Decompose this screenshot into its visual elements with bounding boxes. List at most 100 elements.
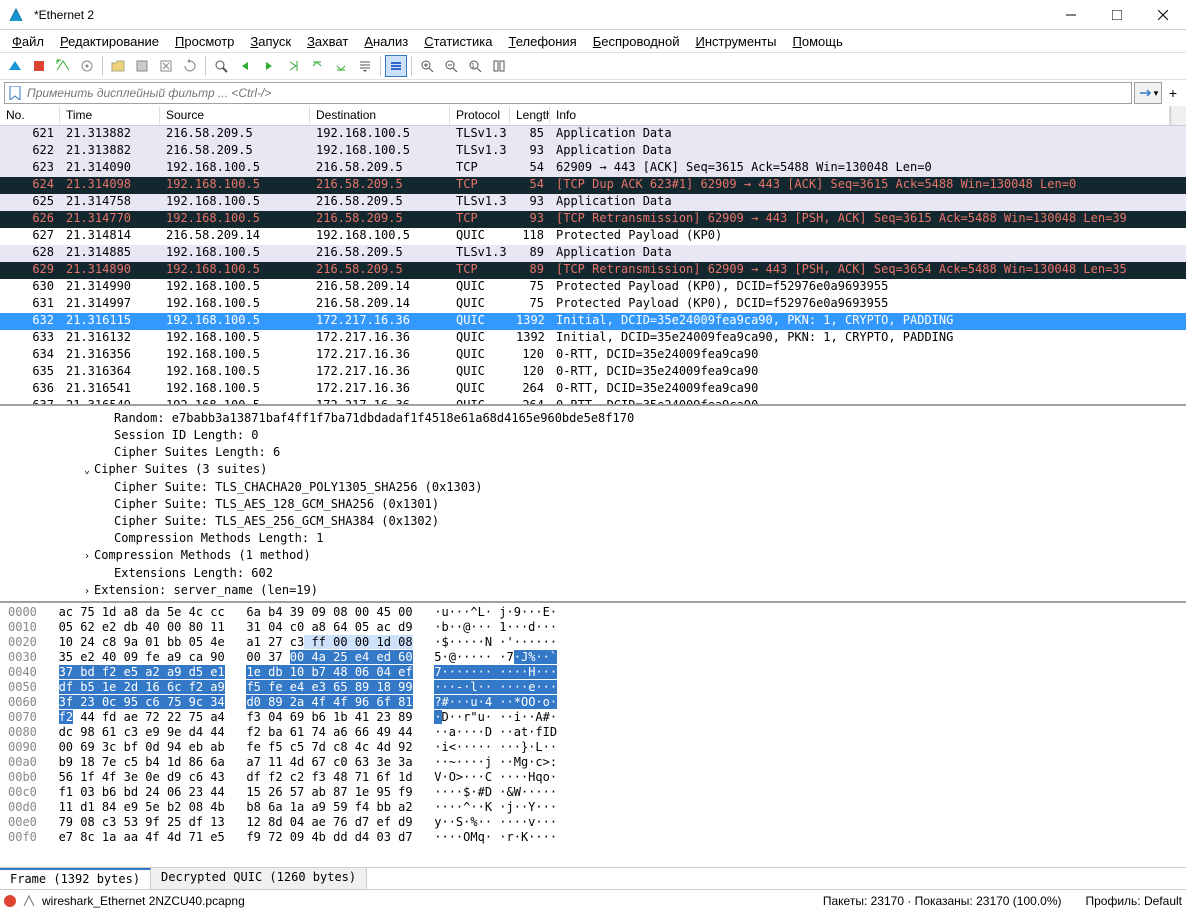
detail-row[interactable]: Cipher Suite: TLS_AES_256_GCM_SHA384 (0x… — [0, 513, 1186, 530]
save-file-icon[interactable] — [131, 55, 153, 77]
go-last-icon[interactable] — [330, 55, 352, 77]
packet-row[interactable]: 62121.313882216.58.209.5192.168.100.5TLS… — [0, 126, 1186, 143]
go-to-icon[interactable] — [282, 55, 304, 77]
col-info[interactable]: Info — [550, 106, 1170, 125]
filter-add-button[interactable]: + — [1164, 82, 1182, 104]
col-length[interactable]: Length — [510, 106, 550, 125]
find-icon[interactable] — [210, 55, 232, 77]
menu-инструменты[interactable]: Инструменты — [689, 32, 782, 51]
zoom-out-icon[interactable] — [440, 55, 462, 77]
detail-row[interactable]: Random: e7babb3a13871baf4ff1f7ba71dbdada… — [0, 410, 1186, 427]
filter-apply-button[interactable]: ▾ — [1134, 82, 1162, 104]
reload-icon[interactable] — [179, 55, 201, 77]
stop-capture-button[interactable] — [28, 55, 50, 77]
hex-row[interactable]: 00a0 b9 18 7e c5 b4 1d 86 6a a7 11 4d 67… — [0, 755, 1186, 770]
shark-icon[interactable] — [4, 55, 26, 77]
hex-row[interactable]: 0050 df b5 1e 2d 16 6c f2 a9 f5 fe e4 e3… — [0, 680, 1186, 695]
hex-row[interactable]: 0060 3f 23 0c 95 c6 75 9c 34 d0 89 2a 4f… — [0, 695, 1186, 710]
go-next-icon[interactable] — [258, 55, 280, 77]
filter-text-field[interactable] — [27, 86, 1127, 100]
detail-row[interactable]: Compression Methods Length: 1 — [0, 530, 1186, 547]
restart-capture-button[interactable] — [52, 55, 74, 77]
menu-помощь[interactable]: Помощь — [787, 32, 849, 51]
menu-статистика[interactable]: Статистика — [418, 32, 498, 51]
hex-row[interactable]: 0090 00 69 3c bf 0d 94 eb ab fe f5 c5 7d… — [0, 740, 1186, 755]
close-file-icon[interactable] — [155, 55, 177, 77]
packet-row[interactable]: 63021.314990192.168.100.5216.58.209.14QU… — [0, 279, 1186, 296]
go-first-icon[interactable] — [306, 55, 328, 77]
packet-list-body[interactable]: 62121.313882216.58.209.5192.168.100.5TLS… — [0, 126, 1186, 404]
menu-телефония[interactable]: Телефония — [502, 32, 582, 51]
detail-row[interactable]: Cipher Suites Length: 6 — [0, 444, 1186, 461]
packet-list-header[interactable]: No. Time Source Destination Protocol Len… — [0, 106, 1186, 126]
hex-row[interactable]: 0070 f2 44 fd ae 72 22 75 a4 f3 04 69 b6… — [0, 710, 1186, 725]
hex-row[interactable]: 0080 dc 98 61 c3 e9 9e d4 44 f2 ba 61 74… — [0, 725, 1186, 740]
hex-tab-decrypted[interactable]: Decrypted QUIC (1260 bytes) — [151, 868, 367, 889]
hex-row[interactable]: 0030 35 e2 40 09 fe a9 ca 90 00 37 00 4a… — [0, 650, 1186, 665]
status-profile[interactable]: Профиль: Default — [1086, 894, 1183, 908]
col-protocol[interactable]: Protocol — [450, 106, 510, 125]
detail-row[interactable]: ›Compression Methods (1 method) — [0, 547, 1186, 565]
autoscroll-icon[interactable] — [354, 55, 376, 77]
open-file-icon[interactable] — [107, 55, 129, 77]
packet-row[interactable]: 63721.316549192.168.100.5172.217.16.36QU… — [0, 398, 1186, 404]
hex-row[interactable]: 00e0 79 08 c3 53 9f 25 df 13 12 8d 04 ae… — [0, 815, 1186, 830]
packet-row[interactable]: 63521.316364192.168.100.5172.217.16.36QU… — [0, 364, 1186, 381]
menu-анализ[interactable]: Анализ — [358, 32, 414, 51]
maximize-button[interactable] — [1094, 0, 1140, 30]
hex-row[interactable]: 0020 10 24 c8 9a 01 bb 05 4e a1 27 c3 ff… — [0, 635, 1186, 650]
menu-файл[interactable]: Файл — [6, 32, 50, 51]
hex-row[interactable]: 00f0 e7 8c 1a aa 4f 4d 71 e5 f9 72 09 4b… — [0, 830, 1186, 845]
hex-row[interactable]: 00b0 56 1f 4f 3e 0e d9 c6 43 df f2 c2 f3… — [0, 770, 1186, 785]
detail-row[interactable]: Extensions Length: 602 — [0, 565, 1186, 582]
hex-row[interactable]: 0000 ac 75 1d a8 da 5e 4c cc 6a b4 39 09… — [0, 605, 1186, 620]
zoom-reset-icon[interactable]: 1 — [464, 55, 486, 77]
packet-row[interactable]: 63621.316541192.168.100.5172.217.16.36QU… — [0, 381, 1186, 398]
col-no[interactable]: No. — [0, 106, 60, 125]
packet-row[interactable]: 63121.314997192.168.100.5216.58.209.14QU… — [0, 296, 1186, 313]
display-filter-input[interactable] — [4, 82, 1132, 104]
hex-tab-frame[interactable]: Frame (1392 bytes) — [0, 868, 151, 889]
menu-запуск[interactable]: Запуск — [244, 32, 297, 51]
go-prev-icon[interactable] — [234, 55, 256, 77]
expert-info-icon[interactable] — [4, 895, 16, 907]
col-time[interactable]: Time — [60, 106, 160, 125]
packet-details-pane[interactable]: Random: e7babb3a13871baf4ff1f7ba71dbdada… — [0, 406, 1186, 603]
col-destination[interactable]: Destination — [310, 106, 450, 125]
toolbar: 1 — [0, 52, 1186, 80]
packet-row[interactable]: 63221.316115192.168.100.5172.217.16.36QU… — [0, 313, 1186, 330]
packet-row[interactable]: 63421.316356192.168.100.5172.217.16.36QU… — [0, 347, 1186, 364]
packet-row[interactable]: 62221.313882216.58.209.5192.168.100.5TLS… — [0, 143, 1186, 160]
detail-row[interactable]: Cipher Suite: TLS_CHACHA20_POLY1305_SHA2… — [0, 479, 1186, 496]
packet-row[interactable]: 62621.314770192.168.100.5216.58.209.5TCP… — [0, 211, 1186, 228]
resize-columns-icon[interactable] — [488, 55, 510, 77]
menu-просмотр[interactable]: Просмотр — [169, 32, 240, 51]
detail-row[interactable]: ⌄Cipher Suites (3 suites) — [0, 461, 1186, 479]
detail-row[interactable]: Cipher Suite: TLS_AES_128_GCM_SHA256 (0x… — [0, 496, 1186, 513]
minimize-button[interactable] — [1048, 0, 1094, 30]
colorize-icon[interactable] — [385, 55, 407, 77]
packet-row[interactable]: 63321.316132192.168.100.5172.217.16.36QU… — [0, 330, 1186, 347]
hex-row[interactable]: 0040 37 bd f2 e5 a2 a9 d5 e1 1e db 10 b7… — [0, 665, 1186, 680]
detail-row[interactable]: Session ID Length: 0 — [0, 427, 1186, 444]
hex-dump[interactable]: 0000 ac 75 1d a8 da 5e 4c cc 6a b4 39 09… — [0, 603, 1186, 867]
hex-row[interactable]: 00d0 11 d1 84 e9 5e b2 08 4b b8 6a 1a a9… — [0, 800, 1186, 815]
hex-row[interactable]: 00c0 f1 03 b6 bd 24 06 23 44 15 26 57 ab… — [0, 785, 1186, 800]
packet-row[interactable]: 62321.314090192.168.100.5216.58.209.5TCP… — [0, 160, 1186, 177]
zoom-in-icon[interactable] — [416, 55, 438, 77]
packet-bytes-pane: 0000 ac 75 1d a8 da 5e 4c cc 6a b4 39 09… — [0, 603, 1186, 889]
svg-text:1: 1 — [471, 63, 475, 70]
menu-захват[interactable]: Захват — [301, 32, 354, 51]
menu-беспроводной[interactable]: Беспроводной — [587, 32, 686, 51]
packet-row[interactable]: 62821.314885192.168.100.5216.58.209.5TLS… — [0, 245, 1186, 262]
col-source[interactable]: Source — [160, 106, 310, 125]
packet-row[interactable]: 62421.314098192.168.100.5216.58.209.5TCP… — [0, 177, 1186, 194]
hex-row[interactable]: 0010 05 62 e2 db 40 00 80 11 31 04 c0 a8… — [0, 620, 1186, 635]
packet-row[interactable]: 62521.314758192.168.100.5216.58.209.5TLS… — [0, 194, 1186, 211]
detail-row[interactable]: ›Extension: server_name (len=19) — [0, 582, 1186, 600]
close-button[interactable] — [1140, 0, 1186, 30]
menu-редактирование[interactable]: Редактирование — [54, 32, 165, 51]
packet-row[interactable]: 62921.314890192.168.100.5216.58.209.5TCP… — [0, 262, 1186, 279]
options-icon[interactable] — [76, 55, 98, 77]
packet-row[interactable]: 62721.314814216.58.209.14192.168.100.5QU… — [0, 228, 1186, 245]
